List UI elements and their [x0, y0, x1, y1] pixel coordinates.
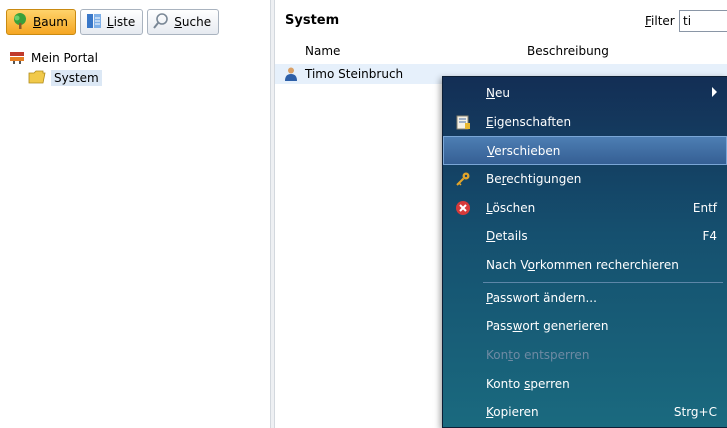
menu-item-delete-shortcut: Entf	[692, 201, 717, 215]
menu-item-change-password-label: Passwort ändern...	[486, 291, 597, 305]
menu-item-move[interactable]: Verschieben	[443, 136, 727, 165]
list-view-button[interactable]: Liste	[79, 9, 144, 35]
menu-separator	[483, 282, 723, 283]
submenu-arrow-icon	[712, 87, 717, 97]
menu-item-delete-label: Löschen	[486, 201, 536, 215]
search-view-label: Suche	[174, 15, 212, 29]
menu-item-details[interactable]: Details F4	[443, 222, 727, 251]
column-header-name[interactable]: Name	[305, 44, 340, 58]
view-toolbar: Baum Liste Suche	[6, 9, 220, 35]
menu-item-permissions-label: Berechtigungen	[486, 172, 582, 186]
menu-item-new[interactable]: Neu	[443, 79, 727, 108]
menu-item-lock-account-label: Konto sperren	[486, 377, 570, 391]
filter-input[interactable]	[679, 10, 727, 32]
menu-item-delete[interactable]: Löschen Entf	[443, 194, 727, 223]
properties-icon	[455, 114, 471, 130]
list-view-label: Liste	[106, 15, 136, 29]
menu-item-unlock-account: Konto entsperren	[443, 341, 727, 370]
search-view-button[interactable]: Suche	[147, 9, 220, 35]
folder-icon	[28, 69, 46, 88]
page-title: System	[285, 13, 340, 28]
list-icon	[85, 12, 103, 33]
menu-item-copy-shortcut: Strg+C	[673, 405, 717, 419]
menu-item-generate-password-label: Passwort generieren	[486, 319, 609, 333]
tree-view: Mein Portal System	[8, 48, 102, 88]
column-header-description[interactable]: Beschreibung	[527, 44, 609, 58]
menu-item-lock-account[interactable]: Konto sperren	[443, 370, 727, 399]
menu-item-copy[interactable]: Kopieren Strg+C	[443, 398, 727, 427]
tree-icon	[11, 12, 29, 33]
menu-item-properties-label: Eigenschaften	[486, 115, 572, 129]
user-icon	[283, 66, 299, 85]
menu-item-search-occurrences-label: Nach Vorkommen recherchieren	[486, 258, 679, 272]
filter-label: Filter	[645, 14, 675, 28]
tree-item-root[interactable]: Mein Portal	[8, 48, 102, 68]
delete-icon	[455, 200, 471, 216]
menu-item-unlock-account-label: Konto entsperren	[486, 348, 590, 362]
menu-item-move-label: Verschieben	[487, 144, 561, 158]
menu-item-details-shortcut: F4	[702, 229, 717, 243]
key-icon	[455, 171, 471, 187]
table-header: Name Beschreibung	[275, 44, 727, 62]
tree-item-root-label: Mein Portal	[31, 51, 98, 65]
menu-item-generate-password[interactable]: Passwort generieren	[443, 312, 727, 341]
menu-item-permissions[interactable]: Berechtigungen	[443, 165, 727, 194]
content-header: System Filter	[275, 0, 727, 40]
menu-item-details-label: Details	[486, 229, 528, 243]
tree-item-system[interactable]: System	[28, 68, 102, 88]
magnifier-icon	[152, 12, 170, 33]
menu-item-search-occurrences[interactable]: Nach Vorkommen recherchieren	[443, 251, 727, 280]
menu-item-change-password[interactable]: Passwort ändern...	[443, 284, 727, 313]
tree-pane: Baum Liste Suche Mein Portal System	[0, 0, 270, 428]
user-name-cell: Timo Steinbruch	[305, 67, 404, 81]
menu-item-copy-label: Kopieren	[486, 405, 539, 419]
menu-item-new-label: Neu	[486, 86, 510, 100]
menu-item-properties[interactable]: Eigenschaften	[443, 108, 727, 137]
tree-view-button[interactable]: Baum	[6, 9, 76, 35]
portal-icon	[8, 49, 26, 68]
tree-item-system-label: System	[51, 70, 102, 86]
tree-view-label: Baum	[33, 15, 68, 29]
context-menu: Neu Eigenschaften Verschieben Berechtigu…	[442, 76, 727, 428]
